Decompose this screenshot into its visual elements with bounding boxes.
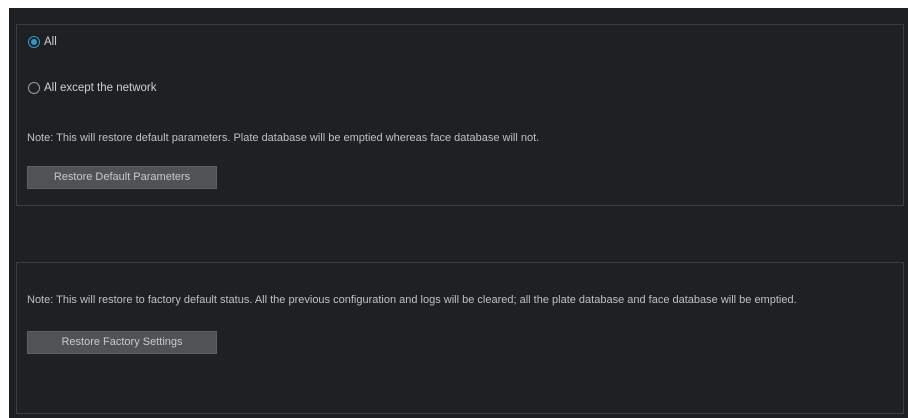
restore-factory-panel: Note: This will restore to factory defau… [16,262,904,414]
radio-option-all-label: All [44,36,57,48]
restore-factory-note: Note: This will restore to factory defau… [27,294,797,306]
radio-selected-icon[interactable] [28,36,40,48]
radio-option-all-except-network[interactable]: All except the network [28,82,157,94]
radio-option-all-except-network-label: All except the network [44,82,157,94]
restore-settings-page: All All except the network Note: This wi… [9,8,908,418]
radio-option-all[interactable]: All [28,36,57,48]
restore-default-note: Note: This will restore default paramete… [27,132,540,144]
restore-default-parameters-button[interactable]: Restore Default Parameters [27,166,217,189]
restore-factory-settings-button[interactable]: Restore Factory Settings [27,331,217,354]
radio-unselected-icon[interactable] [28,82,40,94]
restore-default-panel: All All except the network Note: This wi… [16,24,904,206]
